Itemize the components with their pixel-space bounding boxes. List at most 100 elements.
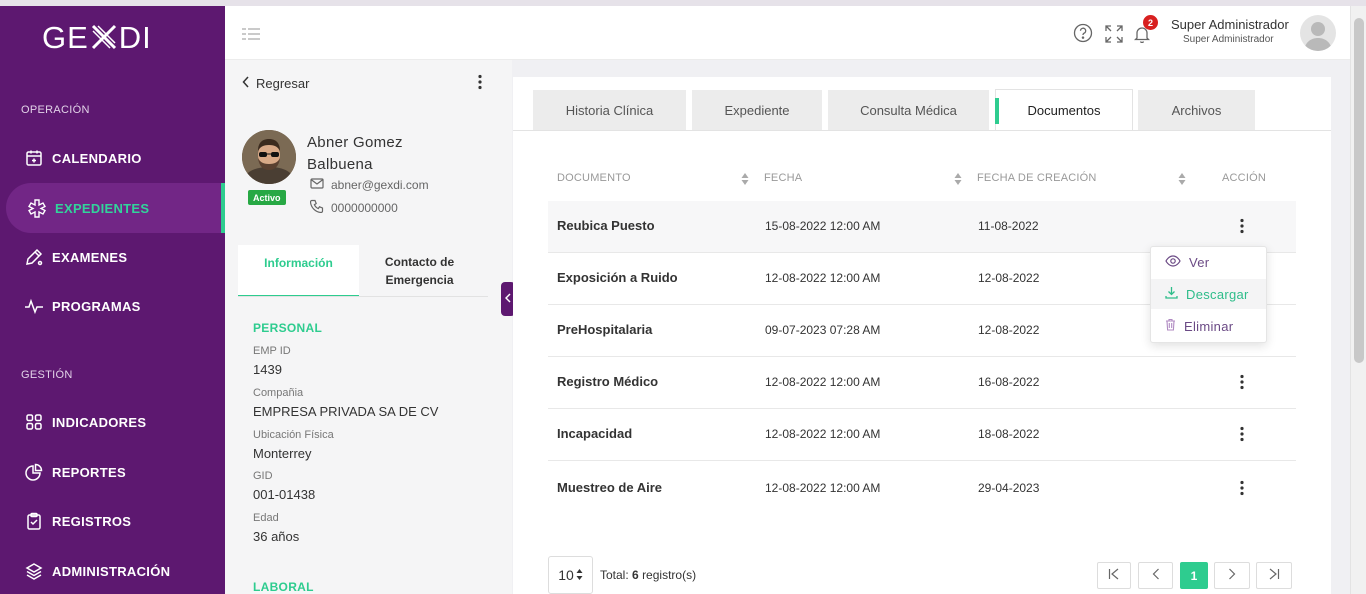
clipboard-icon bbox=[24, 511, 44, 531]
sidebar-item-label: PROGRAMAS bbox=[52, 298, 141, 314]
pulse-icon bbox=[24, 296, 44, 316]
field-label-compania: Compañia bbox=[253, 387, 304, 399]
field-label-ubicacion: Ubicación Física bbox=[253, 429, 334, 441]
app-logo[interactable]: GE DI bbox=[42, 18, 152, 56]
menu-item-ver[interactable]: Ver bbox=[1151, 247, 1266, 277]
column-header-fecha[interactable]: FECHA bbox=[764, 172, 802, 184]
cell-documento: Muestreo de Aire bbox=[557, 480, 662, 495]
sidebar-item-label: EXPEDIENTES bbox=[55, 200, 150, 216]
next-page-button[interactable] bbox=[1214, 562, 1250, 589]
sort-icon[interactable] bbox=[1178, 172, 1186, 190]
table-row[interactable]: Incapacidad 12-08-2022 12:00 AM 18-08-20… bbox=[548, 409, 1296, 461]
sidebar-item-label: ADMINISTRACIÓN bbox=[52, 563, 171, 579]
page-scrollbar[interactable] bbox=[1350, 6, 1366, 594]
field-value-ubicacion: Monterrey bbox=[253, 446, 312, 461]
cell-fecha-creacion: 18-08-2022 bbox=[978, 427, 1040, 441]
cell-fecha: 12-08-2022 12:00 AM bbox=[765, 481, 881, 495]
table-row[interactable]: Registro Médico 12-08-2022 12:00 AM 16-0… bbox=[548, 357, 1296, 409]
chevron-left-icon bbox=[242, 76, 250, 91]
cell-fecha: 09-07-2023 07:28 AM bbox=[765, 323, 881, 337]
sidebar-item-calendario[interactable]: CALENDARIO bbox=[0, 138, 225, 178]
sidebar-item-indicadores[interactable]: INDICADORES bbox=[0, 402, 225, 442]
back-button[interactable]: Regresar bbox=[242, 76, 309, 91]
trash-icon bbox=[1165, 318, 1176, 334]
sort-icon[interactable] bbox=[954, 172, 962, 190]
cell-fecha: 12-08-2022 12:00 AM bbox=[765, 375, 881, 389]
help-icon[interactable] bbox=[1073, 23, 1093, 48]
tab-consulta-medica[interactable]: Consulta Médica bbox=[828, 90, 989, 131]
total-count: 6 bbox=[632, 568, 639, 582]
field-value-emp-id: 1439 bbox=[253, 362, 282, 377]
more-options-icon[interactable] bbox=[477, 74, 483, 95]
cell-fecha-creacion: 11-08-2022 bbox=[978, 219, 1039, 233]
fullscreen-icon[interactable] bbox=[1105, 25, 1123, 48]
cell-fecha: 15-08-2022 12:00 AM bbox=[765, 219, 881, 233]
layers-icon bbox=[24, 561, 44, 581]
cell-documento: Incapacidad bbox=[557, 426, 633, 441]
menu-item-eliminar[interactable]: Eliminar bbox=[1151, 311, 1266, 341]
sort-arrows-icon bbox=[576, 567, 583, 583]
sidebar-item-registros[interactable]: REGISTROS bbox=[0, 501, 225, 541]
sidebar-item-label: REPORTES bbox=[52, 464, 126, 480]
page-size-select[interactable]: 10 bbox=[548, 556, 593, 594]
sidebar-item-label: REGISTROS bbox=[52, 513, 132, 529]
menu-item-descargar[interactable]: Descargar bbox=[1151, 279, 1266, 309]
status-badge: Activo bbox=[248, 190, 286, 205]
menu-icon[interactable] bbox=[242, 27, 260, 45]
last-page-button[interactable] bbox=[1256, 562, 1292, 589]
mail-icon bbox=[310, 178, 324, 192]
row-actions-icon[interactable] bbox=[1239, 480, 1245, 501]
cell-documento: Reubica Puesto bbox=[557, 218, 655, 233]
chevron-right-icon bbox=[1228, 567, 1236, 585]
tab-expediente[interactable]: Expediente bbox=[692, 90, 822, 131]
cell-fecha-creacion: 29-04-2023 bbox=[978, 481, 1040, 495]
notification-badge: 2 bbox=[1143, 15, 1158, 30]
section-personal: PERSONAL bbox=[253, 321, 323, 335]
field-value-edad: 36 años bbox=[253, 529, 300, 544]
total-records: Total: 6 registro(s) bbox=[600, 568, 697, 582]
sort-icon[interactable] bbox=[741, 172, 749, 190]
pencil-icon bbox=[24, 247, 44, 267]
row-actions-icon[interactable] bbox=[1239, 374, 1245, 395]
pie-chart-icon bbox=[24, 462, 44, 482]
column-header-fecha-creacion[interactable]: FECHA DE CREACIÓN bbox=[977, 172, 1097, 184]
tab-informacion[interactable]: Información bbox=[238, 245, 359, 297]
tab-documentos[interactable]: Documentos bbox=[995, 89, 1133, 131]
row-actions-icon[interactable] bbox=[1239, 218, 1245, 239]
cell-documento: Exposición a Ruido bbox=[557, 270, 678, 285]
tab-historia-clinica[interactable]: Historia Clínica bbox=[533, 90, 686, 131]
sidebar-item-label: CALENDARIO bbox=[52, 150, 142, 166]
field-label-emp-id: EMP ID bbox=[253, 345, 291, 357]
patient-email: abner@gexdi.com bbox=[310, 178, 429, 192]
cell-documento: PreHospitalaria bbox=[557, 322, 653, 337]
scroll-thumb[interactable] bbox=[1354, 18, 1364, 363]
sidebar-item-expedientes[interactable]: EXPEDIENTES bbox=[6, 183, 225, 233]
documents-card: Historia Clínica Expediente Consulta Méd… bbox=[513, 77, 1331, 594]
last-page-icon bbox=[1268, 567, 1280, 585]
field-label-gid: GID bbox=[253, 470, 273, 482]
logo-x-icon bbox=[89, 22, 119, 52]
field-value-gid: 001-01438 bbox=[253, 487, 316, 502]
section-title-gestion: GESTIÓN bbox=[21, 369, 73, 381]
sidebar-item-programas[interactable]: PROGRAMAS bbox=[0, 286, 225, 326]
prev-page-button[interactable] bbox=[1138, 562, 1173, 589]
phone-icon bbox=[309, 199, 324, 216]
grid-icon bbox=[24, 412, 44, 432]
column-header-documento[interactable]: DOCUMENTO bbox=[557, 172, 631, 184]
calendar-icon bbox=[24, 148, 44, 168]
section-title-operacion: OPERACIÓN bbox=[21, 104, 90, 116]
field-value-compania: EMPRESA PRIVADA SA DE CV bbox=[253, 404, 439, 419]
tab-contacto-emergencia[interactable]: Contacto de Emergencia bbox=[359, 245, 480, 297]
tab-archivos[interactable]: Archivos bbox=[1138, 90, 1255, 131]
sidebar-item-reportes[interactable]: REPORTES bbox=[0, 452, 225, 492]
avatar[interactable] bbox=[1300, 15, 1336, 51]
first-page-icon bbox=[1108, 567, 1120, 585]
sidebar-item-administracion[interactable]: ADMINISTRACIÓN bbox=[0, 551, 225, 591]
page-button-current[interactable]: 1 bbox=[1180, 562, 1208, 589]
first-page-button[interactable] bbox=[1097, 562, 1131, 589]
sidebar-item-examenes[interactable]: EXAMENES bbox=[0, 237, 225, 277]
chevron-left-icon bbox=[1152, 567, 1160, 585]
user-name[interactable]: Super Administrador bbox=[1171, 17, 1289, 32]
row-actions-icon[interactable] bbox=[1239, 426, 1245, 447]
table-row[interactable]: Muestreo de Aire 12-08-2022 12:00 AM 29-… bbox=[548, 461, 1296, 515]
